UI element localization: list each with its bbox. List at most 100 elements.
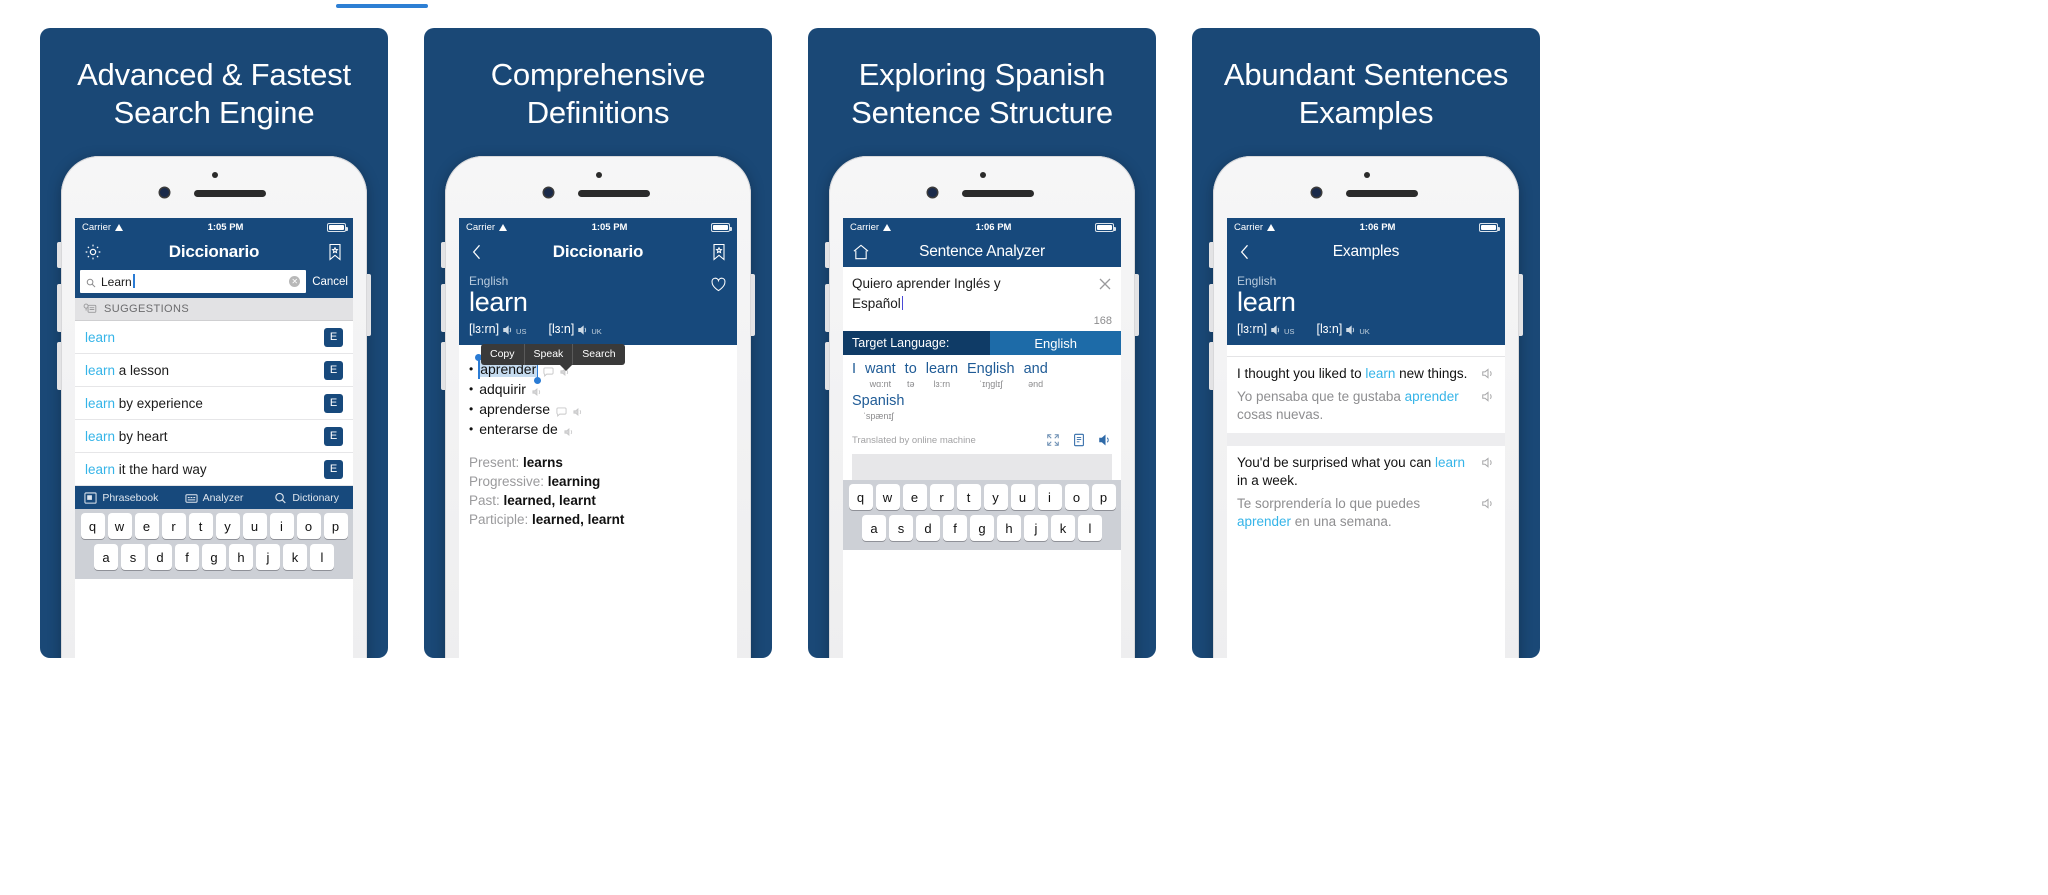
gear-icon[interactable] xyxy=(83,242,103,262)
list-item[interactable]: learn by heart E xyxy=(75,420,353,453)
key-w[interactable]: w xyxy=(875,484,900,510)
back-chevron-icon[interactable] xyxy=(467,242,487,262)
key-l[interactable]: l xyxy=(310,544,334,570)
document-icon[interactable] xyxy=(1072,433,1086,447)
speaker-icon[interactable] xyxy=(1481,390,1495,403)
speaker-icon[interactable] xyxy=(502,324,514,336)
list-item[interactable]: learn by experience E xyxy=(75,387,353,420)
key-h[interactable]: h xyxy=(997,515,1021,541)
speaker-icon[interactable] xyxy=(1098,433,1112,447)
comment-icon[interactable] xyxy=(543,364,554,377)
analysis-word[interactable]: and ənd xyxy=(1024,361,1048,391)
speaker-icon[interactable] xyxy=(1270,324,1282,336)
key-l[interactable]: l xyxy=(1078,515,1102,541)
key-p[interactable]: p xyxy=(323,513,348,539)
bookmark-star-icon[interactable] xyxy=(325,242,345,262)
key-g[interactable]: g xyxy=(970,515,994,541)
key-j[interactable]: j xyxy=(256,544,280,570)
key-e[interactable]: e xyxy=(134,513,159,539)
target-language-value[interactable]: English xyxy=(990,331,1121,356)
card-1-title-line1: Advanced & Fastest xyxy=(77,57,351,92)
list-item[interactable]: • enterarse de xyxy=(469,421,727,437)
speaker-icon[interactable] xyxy=(577,324,589,336)
key-p[interactable]: p xyxy=(1091,484,1116,510)
key-e[interactable]: e xyxy=(902,484,927,510)
copy-button[interactable]: Copy xyxy=(481,343,525,365)
tab-dictionary[interactable]: Dictionary xyxy=(260,492,353,504)
analysis-word[interactable]: Spanish ˈspænɪʃ xyxy=(852,392,905,423)
list-item[interactable]: learn E xyxy=(75,321,353,354)
key-y[interactable]: y xyxy=(983,484,1008,510)
x-icon[interactable] xyxy=(1097,276,1113,292)
speaker-icon[interactable] xyxy=(1481,497,1495,510)
cancel-button[interactable]: Cancel xyxy=(312,276,348,288)
key-k[interactable]: k xyxy=(283,544,307,570)
key-a[interactable]: a xyxy=(862,515,886,541)
key-w[interactable]: w xyxy=(107,513,132,539)
analysis-word[interactable]: I xyxy=(852,361,856,391)
back-chevron-icon[interactable] xyxy=(1235,242,1255,262)
key-s[interactable]: s xyxy=(121,544,145,570)
card-2-title: Comprehensive Definitions xyxy=(424,28,772,132)
key-q[interactable]: q xyxy=(848,484,873,510)
key-u[interactable]: u xyxy=(242,513,267,539)
key-d[interactable]: d xyxy=(916,515,940,541)
comment-icon[interactable] xyxy=(556,404,567,417)
speaker-icon[interactable] xyxy=(1345,324,1357,336)
list-item[interactable]: learn it the hard way E xyxy=(75,453,353,486)
key-o[interactable]: o xyxy=(296,513,321,539)
key-g[interactable]: g xyxy=(202,544,226,570)
speaker-icon[interactable] xyxy=(1481,367,1495,380)
heart-icon[interactable] xyxy=(710,277,727,292)
list-item[interactable]: • aprenderse xyxy=(469,401,727,417)
key-k[interactable]: k xyxy=(1051,515,1075,541)
pronunciation-uk[interactable]: [lɜ:n] UK xyxy=(548,322,601,336)
key-r[interactable]: r xyxy=(161,513,186,539)
key-t[interactable]: t xyxy=(956,484,981,510)
key-u[interactable]: u xyxy=(1010,484,1035,510)
key-q[interactable]: q xyxy=(80,513,105,539)
pronunciation-uk[interactable]: [lɜ:n] UK xyxy=(1316,322,1369,336)
key-t[interactable]: t xyxy=(188,513,213,539)
key-h[interactable]: h xyxy=(229,544,253,570)
speaker-icon[interactable] xyxy=(564,424,575,436)
key-y[interactable]: y xyxy=(215,513,240,539)
list-item[interactable]: learn a lesson E xyxy=(75,354,353,387)
list-item[interactable]: You'd be surprised what you can learn in… xyxy=(1227,446,1505,540)
speaker-icon[interactable] xyxy=(532,384,543,396)
analysis-word-text: Spanish xyxy=(852,392,905,409)
key-d[interactable]: d xyxy=(148,544,172,570)
clear-icon[interactable]: ✕ xyxy=(289,276,301,287)
key-f[interactable]: f xyxy=(943,515,967,541)
analysis-word[interactable]: English ˈɪŋglɪʃ xyxy=(967,361,1015,391)
key-o[interactable]: o xyxy=(1064,484,1089,510)
key-s[interactable]: s xyxy=(889,515,913,541)
bookmark-star-icon[interactable] xyxy=(709,242,729,262)
target-language-bar[interactable]: Target Language: English xyxy=(843,331,1121,356)
list-item[interactable]: • adquirir xyxy=(469,381,727,397)
key-a[interactable]: a xyxy=(94,544,118,570)
analysis-word[interactable]: learn lɜ:rn xyxy=(926,361,958,391)
tab-phrasebook[interactable]: Phrasebook xyxy=(75,492,168,504)
speaker-icon[interactable] xyxy=(573,404,584,416)
list-item[interactable]: I thought you liked to learn new things.… xyxy=(1227,357,1505,433)
key-i[interactable]: i xyxy=(269,513,294,539)
expand-icon[interactable] xyxy=(1046,433,1060,447)
key-j[interactable]: j xyxy=(1024,515,1048,541)
pronunciation-us[interactable]: [lɜ:rn] US xyxy=(469,322,526,336)
key-r[interactable]: r xyxy=(929,484,954,510)
key-f[interactable]: f xyxy=(175,544,199,570)
search-button[interactable]: Search xyxy=(573,344,624,365)
key-i[interactable]: i xyxy=(1037,484,1062,510)
top-accent-bar xyxy=(336,4,428,8)
sentence-input[interactable]: Quiero aprender Inglés y Español 168 xyxy=(843,267,1121,332)
analysis-word[interactable]: to tə xyxy=(905,361,917,391)
home-icon[interactable] xyxy=(851,242,871,262)
search-input[interactable]: Learn ✕ xyxy=(80,270,307,293)
analysis-word[interactable]: want wɑ:nt xyxy=(865,361,896,391)
pronunciation-us[interactable]: [lɜ:rn] US xyxy=(1237,322,1294,336)
tab-analyzer[interactable]: Analyzer xyxy=(168,492,261,504)
speak-button[interactable]: Speak xyxy=(525,343,574,365)
speaker-icon[interactable] xyxy=(1481,456,1495,469)
status-bar-3: Carrier 1:06 PM xyxy=(843,218,1121,237)
